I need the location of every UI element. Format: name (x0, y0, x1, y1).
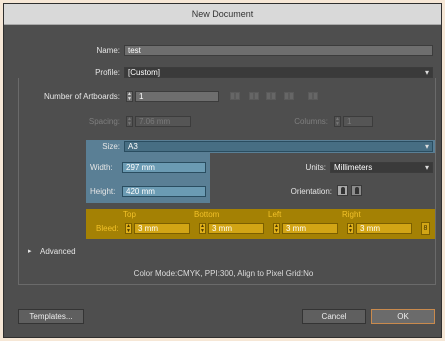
profile-label: Profile: (95, 68, 120, 77)
columns-field: 1 (343, 116, 373, 127)
artboards-stepper[interactable]: ▲ ▼ (126, 91, 133, 102)
name-label: Name: (96, 46, 120, 55)
spacing-field: 7.06 mm (135, 116, 191, 127)
bleed-top-field[interactable]: 3 mm (134, 223, 190, 234)
bleed-left-stepper[interactable]: ▲ ▼ (273, 223, 280, 234)
ok-button[interactable]: OK (371, 309, 435, 324)
landscape-orientation-icon[interactable] (351, 185, 362, 196)
advanced-disclosure-icon[interactable]: ▸ (28, 247, 32, 255)
columns-label: Columns: (294, 117, 328, 126)
orientation-label: Orientation: (290, 187, 332, 196)
bleed-right-stepper[interactable]: ▲ ▼ (347, 223, 354, 234)
bleed-bottom-stepper[interactable]: ▲ ▼ (199, 223, 206, 234)
settings-group (18, 78, 436, 285)
bleed-left-field[interactable]: 3 mm (282, 223, 338, 234)
artboards-label: Number of Artboards: (43, 92, 120, 101)
size-select[interactable]: A3 (124, 141, 433, 152)
profile-select[interactable]: [Custom] (124, 67, 433, 78)
spacing-stepper: ▲ ▼ (126, 116, 133, 127)
artboards-field[interactable]: 1 (135, 91, 219, 102)
bleed-right-label: Right (342, 210, 361, 219)
bleed-right-field[interactable]: 3 mm (356, 223, 412, 234)
height-label: Height: (90, 187, 116, 196)
bleed-top-label: Top (123, 210, 136, 219)
bleed-top-stepper[interactable]: ▲ ▼ (125, 223, 132, 234)
portrait-orientation-icon[interactable] (337, 185, 348, 196)
units-label: Units: (305, 163, 326, 172)
columns-stepper: ▲ ▼ (334, 116, 341, 127)
size-label: Size: (102, 142, 120, 151)
cancel-button[interactable]: Cancel (302, 309, 366, 324)
width-field[interactable]: 297 mm (122, 162, 206, 173)
arrange-by-row-icon[interactable] (266, 92, 276, 100)
height-field[interactable]: 420 mm (122, 186, 206, 197)
new-document-dialog: New Document Name: test Profile: [Custom… (3, 3, 442, 338)
bleed-bottom-label: Bottom (194, 210, 220, 219)
bleed-bottom-field[interactable]: 3 mm (208, 223, 264, 234)
units-select[interactable]: Millimeters (330, 162, 433, 173)
advanced-label[interactable]: Advanced (40, 247, 76, 256)
window-title: New Document (4, 4, 441, 25)
width-label: Width: (90, 163, 113, 172)
bleed-left-label: Left (268, 210, 282, 219)
right-to-left-layout-icon[interactable] (308, 92, 318, 100)
arrange-by-column-icon[interactable] (284, 92, 294, 100)
spacing-label: Spacing: (88, 117, 120, 126)
grid-by-column-icon[interactable] (249, 92, 259, 100)
bleed-label: Bleed: (96, 224, 119, 233)
grid-by-row-icon[interactable] (230, 92, 240, 100)
link-bleed-icon[interactable]: 8 (421, 222, 430, 235)
templates-button[interactable]: Templates... (18, 309, 84, 324)
document-summary: Color Mode:CMYK, PPI:300, Align to Pixel… (133, 269, 314, 278)
name-field[interactable]: test (124, 45, 433, 56)
